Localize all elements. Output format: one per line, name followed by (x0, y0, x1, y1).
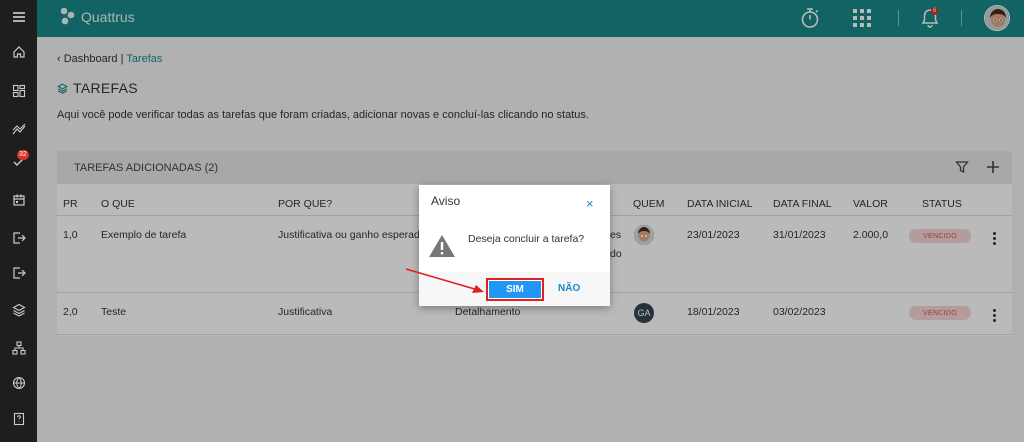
help-book-icon[interactable] (0, 405, 37, 433)
warning-icon (429, 235, 455, 257)
dialog-title: Aviso (431, 194, 461, 208)
hierarchy-icon[interactable] (0, 334, 37, 362)
tasks-check-icon[interactable]: 32 (0, 148, 37, 176)
tasks-badge: 32 (17, 150, 29, 160)
globe-icon[interactable] (0, 369, 37, 397)
dashboard-icon[interactable] (0, 77, 37, 105)
confirm-yes-label: SIM (489, 281, 541, 298)
calendar-icon[interactable] (0, 186, 37, 214)
trend-icon[interactable] (0, 115, 37, 143)
logout-icon[interactable] (0, 259, 37, 287)
sidebar: 32 (0, 0, 37, 442)
confirm-yes-button[interactable]: SIM (486, 278, 544, 301)
menu-icon[interactable] (0, 3, 37, 31)
dialog-message: Deseja concluir a tarefa? (468, 233, 585, 245)
export-icon[interactable] (0, 224, 37, 252)
home-icon[interactable] (0, 38, 37, 66)
close-icon[interactable]: × (586, 197, 594, 210)
layers-icon[interactable] (0, 296, 37, 324)
annotation-arrow-icon (405, 268, 484, 293)
confirm-no-button[interactable]: NÃO (558, 283, 580, 294)
